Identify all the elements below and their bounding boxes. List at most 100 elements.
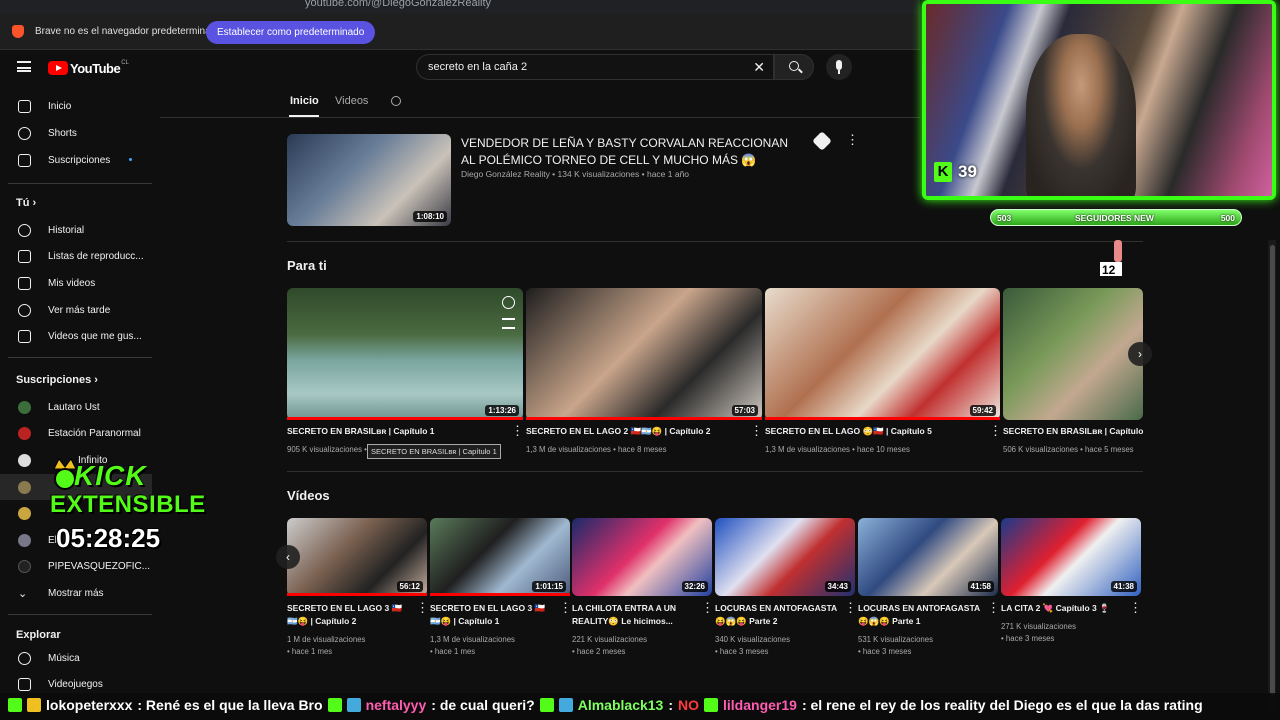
tab-videos[interactable]: Videos: [335, 95, 368, 107]
vip-badge-icon: [27, 698, 41, 712]
video-thumbnail[interactable]: 41:38: [1001, 518, 1141, 596]
subscriptions-section-title[interactable]: Suscripciones ›: [16, 374, 98, 386]
watch-progress: [765, 417, 1000, 420]
sidebar-item-music[interactable]: Música: [0, 645, 152, 671]
scrollbar-thumb[interactable]: [1270, 245, 1275, 695]
sidebar-item-liked[interactable]: Videos que me gus...: [0, 323, 152, 349]
sidebar-item-playlists[interactable]: Listas de reproducc...: [0, 243, 152, 269]
more-options-icon[interactable]: [844, 600, 857, 616]
menu-icon[interactable]: [17, 61, 31, 72]
chat-emote: NO: [678, 697, 700, 713]
video-meta: 1,3 M de visualizaciones • hace 10 meses: [765, 445, 910, 454]
chat-message: : de cual queri?: [431, 697, 535, 713]
chat-username: lildanger19: [723, 697, 797, 713]
video-thumbnail[interactable]: 1:01:15: [430, 518, 570, 596]
more-options-icon[interactable]: [846, 132, 859, 148]
sidebar-item-label: Inicio: [48, 100, 72, 112]
sidebar-item-watch-later[interactable]: Ver más tarde: [0, 297, 152, 323]
add-to-queue-icon[interactable]: [502, 318, 515, 329]
you-section-title[interactable]: Tú ›: [16, 197, 36, 209]
tabs-divider: [160, 117, 920, 118]
more-options-icon[interactable]: [416, 600, 429, 616]
sidebar-item-inicio[interactable]: Inicio: [0, 93, 152, 119]
voice-search-icon[interactable]: [826, 54, 852, 80]
featured-title[interactable]: VENDEDOR DE LEÑA Y BASTY CORVALAN REACCI…: [461, 135, 801, 169]
video-title[interactable]: LA CITA 2 💘 Capítulo 3 🍷: [1001, 602, 1131, 615]
video-title[interactable]: SECRETO EN EL LAGO 2 🇨🇱🇦🇷😝 | Capítulo 2: [526, 425, 746, 438]
video-title[interactable]: LOCURAS EN ANTOFAGASTA 😝😱😝 Parte 1: [858, 602, 990, 628]
video-meta: 1,3 M de visualizaciones • hace 8 meses: [526, 445, 667, 454]
clear-search-icon[interactable]: ✕: [753, 60, 765, 74]
set-default-button[interactable]: Establecer como predeterminado: [206, 21, 376, 44]
shorts-icon: [18, 126, 31, 140]
duration-badge: 56:12: [396, 581, 423, 592]
featured-thumbnail[interactable]: 1:08:10: [287, 134, 451, 226]
video-thumbnail[interactable]: 34:43: [715, 518, 855, 596]
more-options-icon[interactable]: [987, 600, 1000, 616]
chat-username: lokopeterxxx: [46, 697, 133, 713]
carousel-next-icon[interactable]: ›: [1128, 342, 1152, 366]
home-icon: [18, 99, 31, 113]
more-options-icon[interactable]: [701, 600, 714, 616]
channel-search-icon[interactable]: [391, 96, 401, 106]
watch-later-icon[interactable]: [502, 296, 515, 309]
youtube-logo[interactable]: YouTube CL: [48, 60, 129, 76]
section-divider: [287, 471, 1143, 472]
search-button[interactable]: [774, 54, 814, 80]
watch-progress: [287, 417, 523, 420]
video-title[interactable]: SECRETO EN EL LAGO 3 🇨🇱 🇦🇷😝 | Capítulo 2: [287, 602, 417, 628]
video-thumbnail[interactable]: 56:12: [287, 518, 427, 596]
video-title[interactable]: SECRETO EN BRASILʙʀ | Capítulo 1: [287, 425, 507, 438]
sidebar-item-historial[interactable]: Historial: [0, 217, 152, 243]
more-options-icon[interactable]: [511, 423, 524, 439]
avatar: [18, 480, 31, 494]
video-thumbnail[interactable]: 32:26: [572, 518, 712, 596]
more-options-icon[interactable]: [559, 600, 572, 616]
video-thumbnail[interactable]: [1003, 288, 1143, 420]
duration-badge: 1:13:26: [485, 405, 519, 416]
search-input[interactable]: secreto en la caña 2: [428, 61, 527, 73]
avatar: [18, 559, 31, 573]
video-title[interactable]: LA CHILOTA ENTRA A UN REALITY😳 Le hicimos…: [572, 602, 702, 628]
explore-section-title: Explorar: [16, 629, 61, 641]
search-box[interactable]: secreto en la caña 2 ✕: [416, 54, 774, 80]
video-thumbnail[interactable]: 59:42: [765, 288, 1000, 420]
video-title[interactable]: SECRETO EN EL LAGO 😳🇨🇱 | Capítulo 5: [765, 425, 985, 438]
show-more-button[interactable]: ⌄ Mostrar más: [0, 580, 152, 606]
follower-goal-bar: 503 SEGUIDORES NEW 500: [990, 209, 1242, 226]
more-options-icon[interactable]: [1129, 600, 1142, 616]
browser-url-bar[interactable]: youtube.com/@DiegoGonzalezReality: [0, 0, 920, 14]
para-ti-title: Para ti: [287, 258, 327, 273]
streamer-silhouette: [1026, 34, 1136, 196]
sidebar-item-my-videos[interactable]: Mis videos: [0, 270, 152, 296]
my-videos-icon: [18, 276, 31, 290]
subscriptions-icon: [18, 153, 31, 167]
subscriber-badge-icon: [558, 698, 573, 712]
playlists-icon: [18, 249, 31, 263]
goal-current: 503: [997, 213, 1012, 223]
sidebar-sub-item[interactable]: Lautaro Ust: [0, 394, 152, 420]
duration-badge: 59:42: [969, 405, 996, 416]
tab-inicio[interactable]: Inicio: [290, 95, 319, 107]
watch-later-icon: [18, 303, 31, 317]
carousel-prev-icon[interactable]: ‹: [276, 545, 300, 569]
viewer-count-value: 39: [958, 162, 977, 181]
video-thumbnail[interactable]: 41:58: [858, 518, 998, 596]
video-title[interactable]: LOCURAS EN ANTOFAGASTA 😝😱😝 Parte 2: [715, 602, 847, 628]
default-browser-infobar: Brave no es el navegador predeterminado …: [0, 14, 920, 50]
url-text[interactable]: youtube.com/@DiegoGonzalezReality: [305, 0, 491, 9]
duration-badge: 41:38: [1110, 581, 1137, 592]
goal-target: 500: [1220, 213, 1235, 223]
video-title[interactable]: SECRETO EN EL LAGO 3 🇨🇱 🇦🇷😝 | Capítulo 1: [430, 602, 560, 628]
sidebar-item-label: Suscripciones: [48, 154, 111, 166]
sidebar-item-label: Ver más tarde: [48, 304, 111, 316]
more-options-icon[interactable]: [750, 423, 763, 439]
sidebar-sub-item[interactable]: Estación Paranormal: [0, 420, 152, 446]
video-thumbnail[interactable]: 57:03: [526, 288, 762, 420]
more-options-icon[interactable]: [989, 423, 1002, 439]
duration-badge: 1:08:10: [413, 211, 447, 222]
kick-extensible-overlay: KICK EXTENSIBLE 05:28:25: [46, 455, 206, 560]
video-title[interactable]: SECRETO EN BRASILʙʀ | Capítulo: [1003, 425, 1143, 438]
sidebar-item-shorts[interactable]: Shorts: [0, 120, 152, 146]
video-thumbnail[interactable]: 1:13:26: [287, 288, 523, 420]
